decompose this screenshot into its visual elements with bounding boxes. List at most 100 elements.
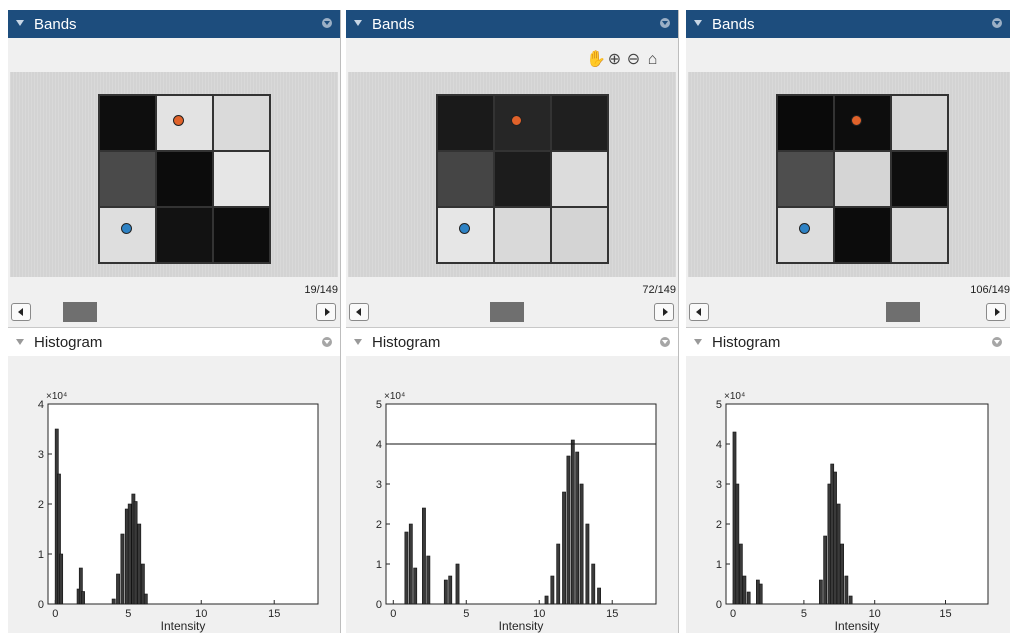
y-tick-label: 3 bbox=[376, 479, 382, 491]
histogram-bar bbox=[575, 451, 580, 605]
histogram-bar bbox=[742, 575, 747, 605]
zoom-in-icon[interactable]: ⊕ bbox=[605, 50, 624, 69]
orange-marker-dot[interactable] bbox=[851, 115, 862, 126]
grid-cell bbox=[437, 207, 494, 263]
histogram-chart-area: 0 1 2 3 4 0 5 10 15 ×10⁴ Intensity bbox=[8, 356, 340, 633]
pan-hand-icon[interactable]: ✋ bbox=[586, 50, 606, 69]
scroll-left-button[interactable] bbox=[689, 303, 709, 321]
frame-slider-thumb[interactable] bbox=[490, 302, 524, 322]
scroll-right-button[interactable] bbox=[316, 303, 336, 321]
panel-options-icon[interactable] bbox=[992, 337, 1002, 347]
band-image[interactable] bbox=[348, 72, 676, 277]
histogram-chart-area: 0 1 2 3 4 5 0 5 10 15 ×10⁴ Intensity bbox=[346, 356, 678, 633]
grid-cell bbox=[156, 151, 213, 207]
panel-options-icon[interactable] bbox=[322, 18, 332, 28]
collapse-triangle-icon[interactable] bbox=[354, 339, 362, 345]
panel-options-icon[interactable] bbox=[322, 337, 332, 347]
histogram-bar bbox=[544, 595, 549, 605]
histogram-header[interactable]: Histogram bbox=[346, 327, 678, 357]
grid-cell bbox=[891, 151, 948, 207]
grid-cell bbox=[551, 151, 608, 207]
histogram-bar bbox=[566, 455, 571, 605]
y-tick-label: 0 bbox=[716, 599, 722, 611]
frame-slider-thumb[interactable] bbox=[63, 302, 97, 322]
grid-cell bbox=[213, 95, 270, 151]
x-axis-label: Intensity bbox=[161, 619, 206, 633]
scroll-left-button[interactable] bbox=[11, 303, 31, 321]
frame-counter: 106/149 bbox=[970, 284, 1010, 296]
histogram-bar bbox=[844, 575, 849, 605]
scroll-right-button[interactable] bbox=[986, 303, 1006, 321]
y-tick-label: 3 bbox=[716, 479, 722, 491]
band-image[interactable] bbox=[688, 72, 1010, 277]
grid-cell bbox=[156, 95, 213, 151]
orange-marker-dot[interactable] bbox=[511, 115, 522, 126]
histogram-bar bbox=[739, 543, 743, 605]
blue-marker-dot[interactable] bbox=[121, 223, 132, 234]
zoom-out-icon[interactable]: ⊖ bbox=[624, 50, 643, 69]
viewer-panel-3: Bands 106/149 Histogram 0 1 2 3 4 5 0 5 10 15 ×10⁴ Int… bbox=[686, 10, 1010, 633]
axes-toolbar: ✋ ⊕ ⊖ ⌂ bbox=[586, 50, 662, 70]
grid-cell bbox=[494, 207, 551, 263]
scroll-left-button[interactable] bbox=[349, 303, 369, 321]
plot-area bbox=[725, 403, 989, 605]
histogram-bar bbox=[848, 595, 853, 605]
collapse-triangle-icon[interactable] bbox=[694, 339, 702, 345]
home-icon[interactable]: ⌂ bbox=[643, 50, 662, 69]
checkerboard-grid bbox=[98, 94, 271, 264]
frame-slider-thumb[interactable] bbox=[886, 302, 920, 322]
grid-cell bbox=[99, 95, 156, 151]
histogram-bar bbox=[550, 575, 555, 605]
bands-header[interactable]: Bands bbox=[686, 10, 1010, 38]
y-tick-label: 1 bbox=[716, 559, 722, 571]
x-tick-label: 5 bbox=[463, 608, 469, 620]
collapse-triangle-icon[interactable] bbox=[694, 20, 702, 26]
histogram-bar bbox=[448, 575, 453, 605]
bands-header[interactable]: Bands bbox=[346, 10, 678, 38]
histogram-header[interactable]: Histogram bbox=[686, 327, 1010, 357]
x-tick-label: 0 bbox=[52, 608, 58, 620]
checkerboard-grid bbox=[436, 94, 609, 264]
y-tick-label: 4 bbox=[376, 439, 382, 451]
collapse-triangle-icon[interactable] bbox=[354, 20, 362, 26]
collapse-triangle-icon[interactable] bbox=[16, 339, 24, 345]
histogram-bar bbox=[413, 567, 418, 605]
histogram-bar bbox=[127, 503, 132, 605]
y-tick-label: 5 bbox=[716, 399, 722, 411]
panel-options-icon[interactable] bbox=[660, 18, 670, 28]
histogram-bar bbox=[570, 439, 575, 605]
grid-cell bbox=[777, 151, 834, 207]
histogram-bar bbox=[81, 591, 85, 605]
x-tick-label: 15 bbox=[939, 608, 951, 620]
bands-header[interactable]: Bands bbox=[8, 10, 340, 38]
y-exponent-label: ×10⁴ bbox=[384, 391, 405, 402]
histogram-bar bbox=[116, 573, 120, 605]
grid-cell bbox=[156, 207, 213, 263]
y-tick-label: 5 bbox=[376, 399, 382, 411]
orange-marker-dot[interactable] bbox=[173, 115, 184, 126]
grid-cell bbox=[99, 207, 156, 263]
x-tick-label: 15 bbox=[606, 608, 618, 620]
arrow-left-icon bbox=[696, 308, 701, 316]
panel-options-icon[interactable] bbox=[992, 18, 1002, 28]
blue-marker-dot[interactable] bbox=[459, 223, 470, 234]
y-tick-label: 0 bbox=[376, 599, 382, 611]
grid-cell bbox=[494, 95, 551, 151]
window-top-edge bbox=[0, 0, 1010, 10]
histogram-bar bbox=[408, 523, 413, 605]
histogram-bar bbox=[746, 591, 751, 605]
histogram-bar bbox=[556, 543, 561, 605]
histogram-bar bbox=[59, 553, 64, 605]
histogram-title: Histogram bbox=[372, 334, 441, 351]
band-image[interactable] bbox=[10, 72, 338, 277]
histogram-header[interactable]: Histogram bbox=[8, 327, 340, 357]
y-tick-label: 4 bbox=[38, 399, 44, 411]
grid-cell bbox=[834, 207, 891, 263]
panel-options-icon[interactable] bbox=[660, 337, 670, 347]
checkerboard-grid bbox=[776, 94, 949, 264]
blue-marker-dot[interactable] bbox=[799, 223, 810, 234]
grid-cell bbox=[551, 207, 608, 263]
bands-title: Bands bbox=[34, 16, 77, 33]
collapse-triangle-icon[interactable] bbox=[16, 20, 24, 26]
scroll-right-button[interactable] bbox=[654, 303, 674, 321]
